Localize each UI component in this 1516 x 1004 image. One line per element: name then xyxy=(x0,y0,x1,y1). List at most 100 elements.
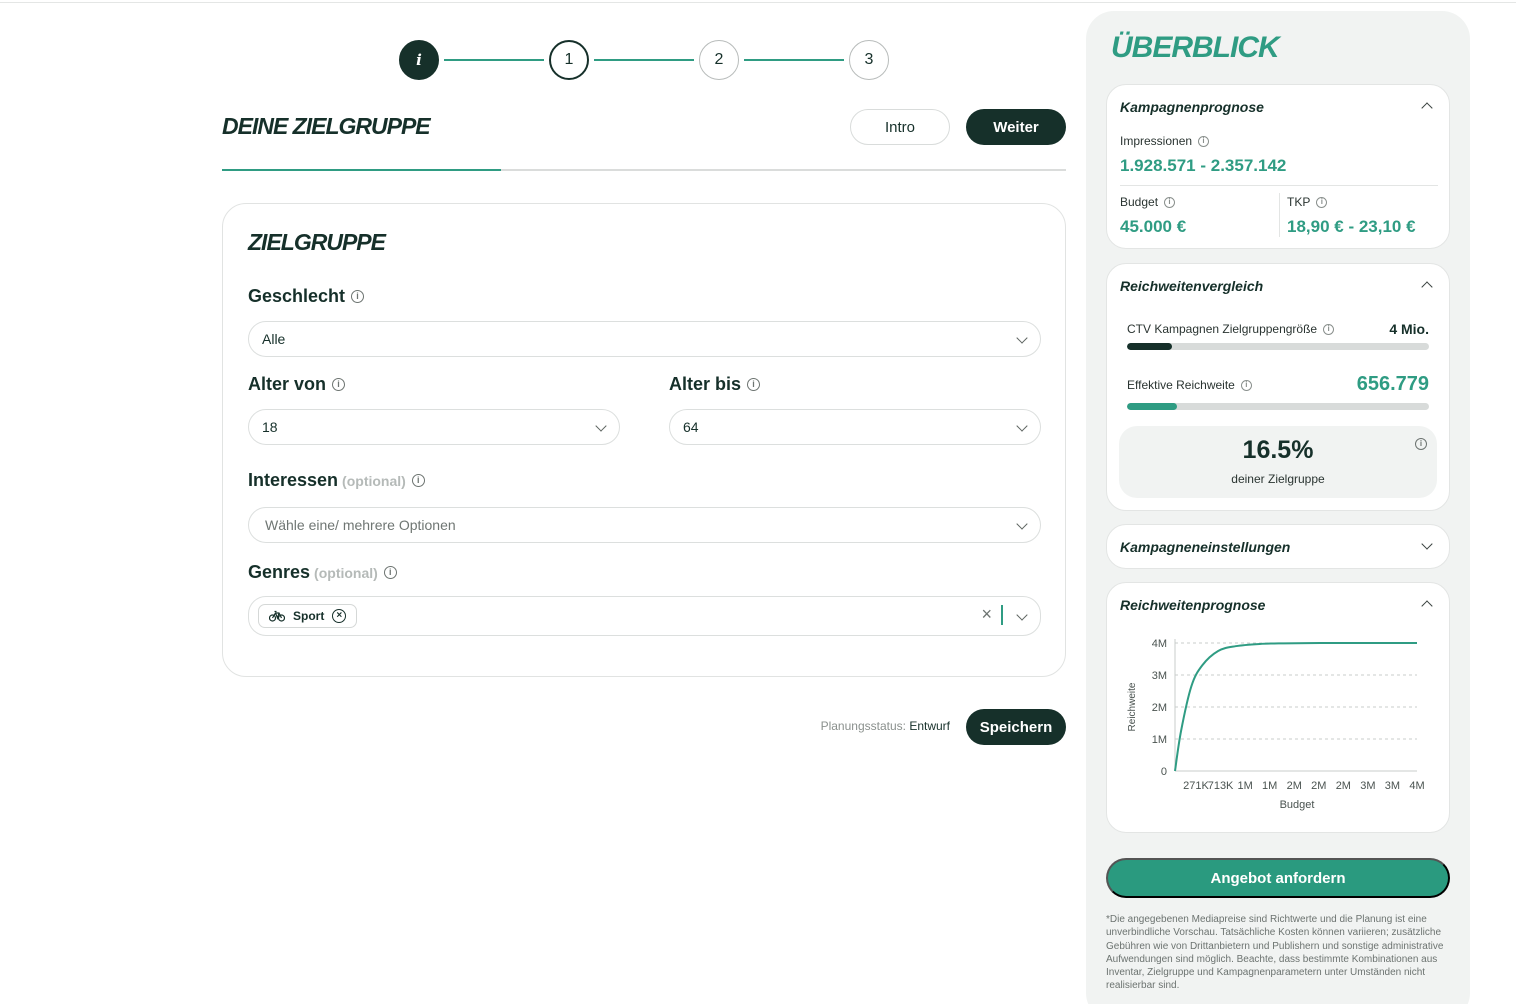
next-button[interactable]: Weiter xyxy=(966,109,1066,145)
age-from-select[interactable]: 18 xyxy=(248,409,620,445)
chart-x-tick-label: 2M xyxy=(1287,780,1302,792)
step-1[interactable]: 1 xyxy=(549,40,589,80)
planning-status: Planungsstatus: Entwurf xyxy=(820,719,950,733)
chart-y-tick-label: 1M xyxy=(1152,734,1167,746)
info-icon[interactable]: i xyxy=(351,290,365,303)
step-connector xyxy=(594,59,694,61)
info-icon[interactable]: i xyxy=(747,378,761,391)
chart-x-tick-label: 271K xyxy=(1183,780,1209,792)
chart-x-tick-label: 713K xyxy=(1208,780,1234,792)
reach-percentage-box: 16.5% deiner Zielgruppe i xyxy=(1119,426,1437,498)
sidebar-title: ÜBERBLICK xyxy=(1111,31,1280,64)
chart-y-tick-label: 2M xyxy=(1152,702,1167,714)
page-title: DEINE ZIELGRUPPE xyxy=(222,113,431,139)
info-icon[interactable]: i xyxy=(1323,323,1335,335)
reach-percentage-caption: deiner Zielgruppe xyxy=(1231,472,1325,486)
gender-label: Geschlecht i xyxy=(248,286,365,307)
remove-chip-icon[interactable]: × xyxy=(332,609,347,623)
interests-placeholder: Wähle eine/ mehrere Optionen xyxy=(265,517,456,533)
info-icon[interactable]: i xyxy=(383,566,397,579)
chevron-down-icon xyxy=(1016,332,1028,344)
info-icon[interactable]: i xyxy=(1316,196,1328,208)
gender-value: Alle xyxy=(262,331,286,347)
chevron-up-icon[interactable] xyxy=(1421,600,1433,612)
chart-x-tick-label: 3M xyxy=(1360,780,1375,792)
clear-icon[interactable]: × xyxy=(981,604,992,625)
chevron-down-icon[interactable] xyxy=(1421,538,1433,550)
impressions-label: Impressionen i xyxy=(1120,134,1210,148)
bicycle-icon xyxy=(269,610,285,622)
step-connector xyxy=(744,59,844,61)
save-button[interactable]: Speichern xyxy=(966,709,1066,745)
chart-x-tick-label: 3M xyxy=(1385,780,1400,792)
gender-select[interactable]: Alle xyxy=(248,321,1041,357)
audience-bar-fill xyxy=(1127,343,1173,350)
section-progress xyxy=(222,169,1066,171)
chevron-down-icon xyxy=(1016,420,1028,432)
divider xyxy=(1120,185,1438,186)
interests-select[interactable]: Wähle eine/ mehrere Optionen xyxy=(248,507,1041,543)
step-info-icon[interactable]: i xyxy=(399,40,439,80)
request-offer-button[interactable]: Angebot anfordern xyxy=(1106,858,1450,898)
campaign-settings-panel[interactable]: Kampagneneinstellungen xyxy=(1106,524,1450,569)
tkp-label: TKP i xyxy=(1287,195,1328,209)
chart-x-tick-label: 2M xyxy=(1311,780,1326,792)
step-connector xyxy=(444,59,544,61)
panel-title: Reichweitenvergleich xyxy=(1120,278,1264,294)
audience-size-label: CTV Kampagnen Zielgruppengröße i xyxy=(1127,322,1335,336)
chevron-down-icon xyxy=(595,420,607,432)
chevron-up-icon[interactable] xyxy=(1421,102,1433,114)
panel-title: Reichweitenprognose xyxy=(1120,597,1266,613)
chevron-up-icon[interactable] xyxy=(1421,281,1433,293)
chart-x-axis-label: Budget xyxy=(1280,799,1315,811)
panel-title: Kampagneneinstellungen xyxy=(1120,539,1291,555)
reach-percentage-value: 16.5% xyxy=(1242,436,1314,464)
interests-label: Interessen (optional) i xyxy=(248,470,425,491)
age-to-label: Alter bis i xyxy=(669,374,761,395)
budget-label: Budget i xyxy=(1120,195,1176,209)
intro-button[interactable]: Intro xyxy=(850,109,950,145)
impressions-value: 1.928.571 - 2.357.142 xyxy=(1120,156,1287,175)
reach-comparison-panel: Reichweitenvergleich CTV Kampagnen Zielg… xyxy=(1106,263,1450,511)
planning-status-value: Entwurf xyxy=(909,719,950,733)
effective-reach-label: Effektive Reichweite i xyxy=(1127,378,1252,392)
chart-x-tick-label: 1M xyxy=(1237,780,1252,792)
target-group-card: ZIELGRUPPE Geschlecht i Alle Alter von i… xyxy=(222,203,1066,677)
step-3[interactable]: 3 xyxy=(849,40,889,80)
effective-reach-bar xyxy=(1127,403,1429,410)
genres-select[interactable]: Sport × × xyxy=(248,596,1041,636)
info-icon[interactable]: i xyxy=(1198,135,1210,147)
age-from-label: Alter von i xyxy=(248,374,346,395)
reach-forecast-panel: Reichweitenprognose 0 1M 2M 3M 4M 271K 713K 1M 1… xyxy=(1106,582,1450,833)
chevron-down-icon[interactable] xyxy=(1016,609,1028,621)
info-icon[interactable]: i xyxy=(411,474,425,487)
input-separator xyxy=(1001,605,1003,625)
age-to-select[interactable]: 64 xyxy=(669,409,1041,445)
audience-size-value: 4 Mio. xyxy=(1389,321,1429,337)
chevron-down-icon xyxy=(1016,518,1028,530)
budget-value: 45.000 € xyxy=(1120,217,1187,236)
chart-x-tick-label: 4M xyxy=(1409,780,1424,792)
age-from-value: 18 xyxy=(262,419,278,435)
info-icon[interactable]: i xyxy=(332,378,346,391)
divider xyxy=(1279,193,1280,237)
audience-bar xyxy=(1127,343,1429,350)
chart-y-tick-label: 3M xyxy=(1152,670,1167,682)
age-to-value: 64 xyxy=(683,419,699,435)
card-title: ZIELGRUPPE xyxy=(248,229,386,255)
tkp-value: 18,90 € - 23,10 € xyxy=(1287,217,1416,236)
info-icon[interactable]: i xyxy=(1164,196,1176,208)
info-icon[interactable]: i xyxy=(1415,438,1427,450)
section-progress-fill xyxy=(222,169,501,171)
stepper: i 1 2 3 xyxy=(399,40,889,80)
top-divider xyxy=(0,2,1516,3)
campaign-forecast-panel: Kampagnenprognose Impressionen i 1.928.5… xyxy=(1106,84,1450,249)
info-icon[interactable]: i xyxy=(1240,379,1252,391)
panel-title: Kampagnenprognose xyxy=(1120,99,1264,115)
chart-y-tick-label: 0 xyxy=(1161,766,1167,778)
step-2[interactable]: 2 xyxy=(699,40,739,80)
overview-sidebar: ÜBERBLICK Kampagnenprognose Impressionen… xyxy=(1086,11,1470,1004)
chart-y-axis-label: Reichweite xyxy=(1127,682,1138,731)
effective-reach-value: 656.779 xyxy=(1356,373,1429,395)
chart-y-tick-label: 4M xyxy=(1152,638,1167,650)
